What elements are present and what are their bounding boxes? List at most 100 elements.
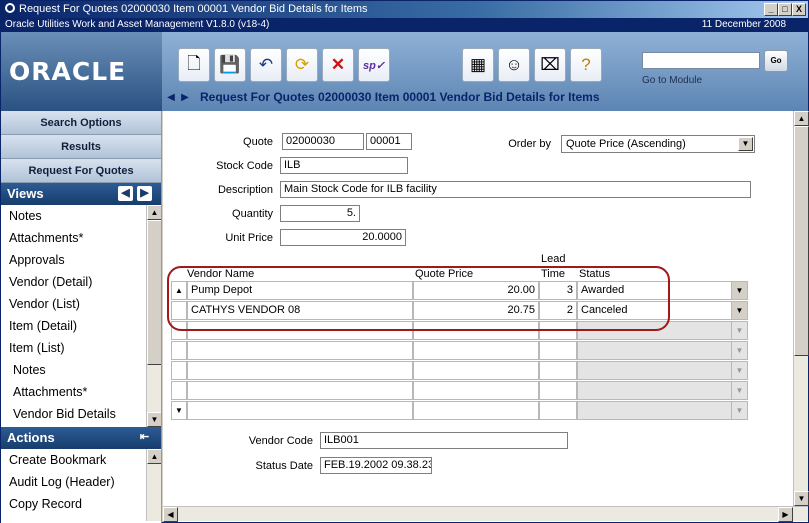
actions-collapse-icon[interactable]: ⇤ (137, 430, 152, 445)
go-button[interactable]: Go (764, 50, 788, 72)
table-row-empty[interactable]: ▼ (171, 361, 755, 380)
actions-list: Create Bookmark Audit Log (Header) Copy … (1, 449, 161, 521)
refresh-icon[interactable]: ⟳ (286, 48, 318, 82)
views-item-notes[interactable]: Notes (1, 205, 161, 227)
actions-header: Actions ⇤ (1, 427, 161, 449)
scroll-up-icon[interactable]: ▲ (147, 205, 161, 220)
action-copy-record[interactable]: Copy Record (1, 493, 161, 515)
actions-scrollbar[interactable]: ▲ (146, 449, 161, 521)
close-button[interactable]: X (792, 3, 806, 16)
views-item-item-notes[interactable]: Notes (1, 359, 161, 381)
status-dropdown-icon[interactable]: ▼ (731, 341, 748, 360)
views-item-item-list[interactable]: Item (List) (1, 337, 161, 359)
scroll-right-icon[interactable]: ▶ (778, 507, 793, 522)
action-audit-log-header[interactable]: Audit Log (Header) (1, 471, 161, 493)
views-item-vendor-list[interactable]: Vendor (List) (1, 293, 161, 315)
grid-cell-empty[interactable] (187, 381, 413, 400)
grid-cell-empty[interactable] (171, 361, 187, 380)
grid-cell-empty[interactable] (171, 341, 187, 360)
views-item-item-detail[interactable]: Item (Detail) (1, 315, 161, 337)
views-item-approvals[interactable]: Approvals (1, 249, 161, 271)
status-dropdown-icon[interactable]: ▼ (731, 321, 748, 340)
request-for-quotes-button[interactable]: Request For Quotes (1, 159, 161, 183)
description-field[interactable]: Main Stock Code for ILB facility (280, 181, 751, 198)
scroll-thumb[interactable] (147, 220, 161, 365)
row-down-icon[interactable]: ▼ (171, 401, 187, 420)
status-dropdown-icon[interactable]: ▼ (731, 401, 748, 420)
views-item-item-attachments[interactable]: Attachments* (1, 381, 161, 403)
main-vertical-scrollbar[interactable]: ▲ ▼ (793, 111, 809, 506)
scroll-thumb[interactable] (794, 126, 809, 356)
status-dropdown-icon[interactable]: ▼ (731, 381, 748, 400)
status-dropdown-icon[interactable]: ▼ (731, 361, 748, 380)
forward-arrow-icon[interactable]: ▶ (180, 92, 190, 103)
status-dropdown-icon[interactable]: ▼ (731, 301, 748, 320)
views-scrollbar[interactable]: ▲ ▼ (146, 205, 161, 427)
status-dropdown-icon[interactable]: ▼ (731, 281, 748, 300)
inbox-icon[interactable]: ⌧ (534, 48, 566, 82)
scroll-down-icon[interactable]: ▼ (794, 491, 809, 506)
quote-item-field[interactable]: 00001 (366, 133, 412, 150)
table-row-empty[interactable]: ▼ ▼ (171, 401, 755, 420)
status-date-field[interactable]: FEB.19.2002 09.38.23 (320, 457, 432, 474)
quote-field[interactable]: 02000030 (282, 133, 364, 150)
back-arrow-icon[interactable]: ◀ (166, 92, 176, 103)
grid-cell-empty[interactable] (539, 401, 577, 420)
dropdown-arrow-icon[interactable]: ▼ (738, 137, 753, 151)
goto-module-input[interactable] (642, 52, 760, 69)
oracle-logo: ORACLE (1, 32, 162, 111)
app-name: Oracle Utilities Work and Asset Manageme… (5, 19, 270, 30)
grid-cell-empty[interactable] (577, 361, 737, 380)
quantity-field[interactable]: 5. (280, 205, 360, 222)
grid-cell-empty[interactable] (413, 401, 539, 420)
user-icon[interactable]: ☺ (498, 48, 530, 82)
new-icon[interactable]: 🗋 (178, 48, 210, 82)
minimize-button[interactable]: _ (764, 3, 778, 16)
window-controls: _ □ X (764, 3, 806, 16)
action-create-bookmark[interactable]: Create Bookmark (1, 449, 161, 471)
grid-cell-empty[interactable] (171, 381, 187, 400)
grid-cell-empty[interactable] (187, 361, 413, 380)
vendor-code-field[interactable]: ILB001 (320, 432, 568, 449)
maximize-button[interactable]: □ (778, 3, 792, 16)
grid-cell-empty[interactable] (539, 361, 577, 380)
order-by-select[interactable]: Quote Price (Ascending) ▼ (561, 135, 755, 153)
grid-cell-empty[interactable] (413, 361, 539, 380)
grid-cell-empty[interactable] (539, 381, 577, 400)
vendor-code-label: Vendor Code (248, 435, 313, 447)
grid-cell-empty[interactable] (187, 341, 413, 360)
save-icon[interactable]: 💾 (214, 48, 246, 82)
calculator-icon[interactable]: ▦ (462, 48, 494, 82)
grid-cell-empty[interactable] (577, 341, 737, 360)
scroll-up-icon[interactable]: ▲ (147, 449, 161, 464)
views-back-icon[interactable]: ◀ (118, 186, 133, 201)
undo-icon[interactable]: ↶ (250, 48, 282, 82)
window-title: Request For Quotes 02000030 Item 00001 V… (19, 3, 368, 15)
unit-price-field[interactable]: 20.0000 (280, 229, 406, 246)
grid-cell-empty[interactable] (413, 341, 539, 360)
quote-label: Quote (243, 136, 273, 148)
scroll-left-icon[interactable]: ◀ (163, 507, 178, 522)
views-forward-icon[interactable]: ▶ (137, 186, 152, 201)
grid-cell-empty[interactable] (187, 401, 413, 420)
status-date-label: Status Date (255, 460, 313, 472)
scroll-up-icon[interactable]: ▲ (794, 111, 809, 126)
grid-cell-empty[interactable] (577, 381, 737, 400)
scroll-down-icon[interactable]: ▼ (147, 412, 161, 427)
views-item-vendor-detail[interactable]: Vendor (Detail) (1, 271, 161, 293)
table-row-empty[interactable]: ▼ (171, 341, 755, 360)
delete-icon[interactable]: ✕ (322, 48, 354, 82)
spell-check-icon[interactable]: sp✓ (358, 48, 390, 82)
views-item-attachments[interactable]: Attachments* (1, 227, 161, 249)
stock-code-field[interactable]: ILB (280, 157, 408, 174)
main-horizontal-scrollbar[interactable]: ◀ ▶ (163, 506, 808, 522)
results-button[interactable]: Results (1, 135, 161, 159)
search-options-button[interactable]: Search Options (1, 111, 161, 135)
views-item-vendor-bid-details[interactable]: Vendor Bid Details (1, 403, 161, 425)
grid-cell-empty[interactable] (539, 341, 577, 360)
grid-cell-empty[interactable] (577, 401, 737, 420)
grid-cell-empty[interactable] (413, 381, 539, 400)
stock-code-label: Stock Code (216, 160, 273, 172)
table-row-empty[interactable]: ▼ (171, 381, 755, 400)
help-icon[interactable]: ? (570, 48, 602, 82)
